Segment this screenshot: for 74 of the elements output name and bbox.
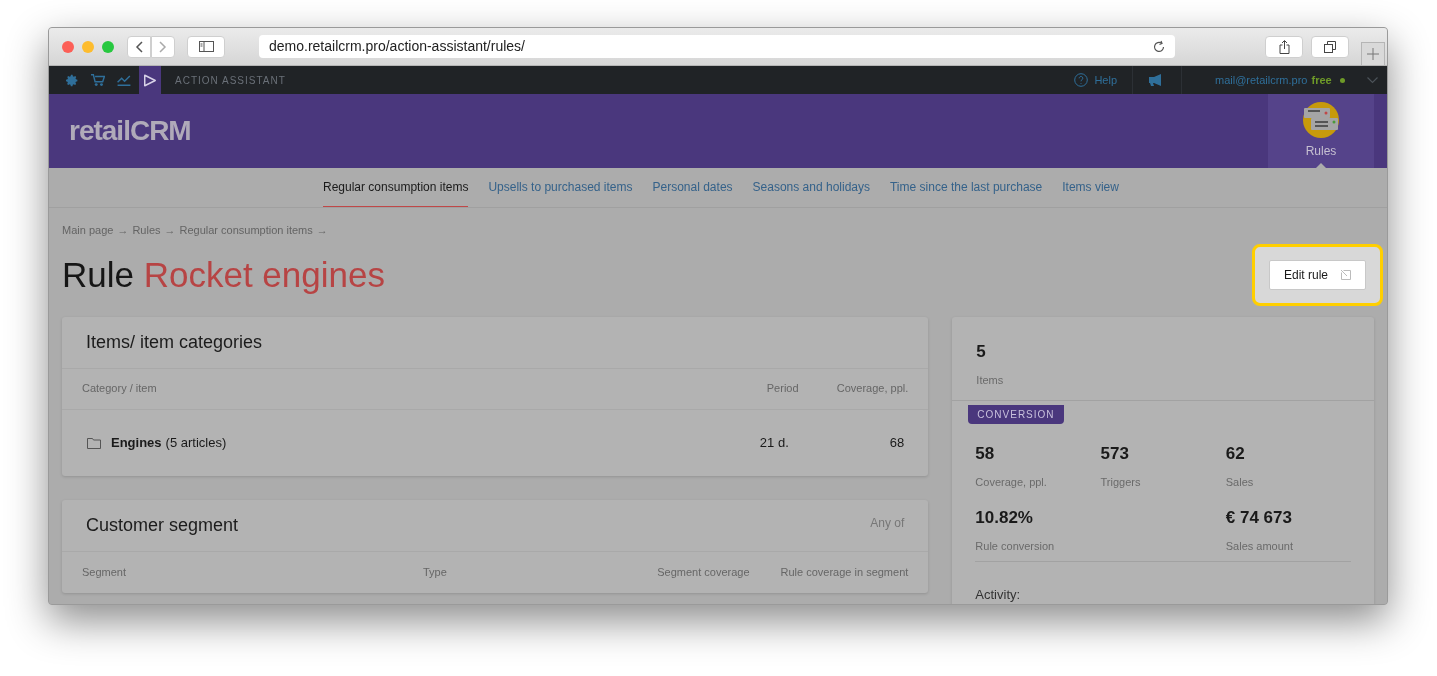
breadcrumb-separator: → [164,223,176,238]
items-count: 5 [976,340,987,363]
column-header: Rule coverage in segment [780,564,909,580]
activity-label: Activity: [975,586,1021,602]
stat-label: Items [976,373,1005,388]
chevron-down-icon[interactable] [1366,76,1378,84]
settings-icon[interactable] [65,73,79,87]
nav-tab[interactable]: Personal dates [652,168,733,207]
breadcrumb-link[interactable]: Main page [62,222,114,239]
nav-tab[interactable]: Items view [1062,168,1119,207]
play-outline-icon[interactable] [143,73,157,87]
match-mode-label: Any of [870,514,905,532]
url-text: demo.retailcrm.pro/action-assistant/rules/ [269,37,525,56]
column-header: Type [423,564,448,580]
logo-text: retailCRM [69,114,191,148]
metric-value: 58 [975,442,996,465]
line-chart-icon[interactable] [117,74,131,86]
nav-tab[interactable]: Time since the last purchase [890,168,1043,207]
breadcrumb-separator: → [316,223,328,238]
maximize-window-icon[interactable] [102,40,114,53]
folder-icon [87,436,101,449]
cart-icon[interactable] [91,73,105,87]
account-email[interactable]: mail@retailcrm.pro [1215,71,1308,89]
edit-rule-button[interactable]: Edit rule [1269,259,1366,290]
nav-tab[interactable]: Regular consumption items [323,168,469,207]
column-header: Period [766,381,800,397]
column-header: Coverage, ppl. [836,381,909,397]
nav-tab[interactable]: Upsells to purchased items [488,168,633,207]
breadcrumb-link[interactable]: Rules [132,222,161,239]
conversion-badge: CONVERSION [968,404,1064,424]
sidebar-toggle-button[interactable] [187,35,225,58]
metric-value: 62 [1225,442,1246,465]
plan-label: free [1311,72,1332,88]
metric-value: € 74 673 [1225,506,1293,529]
help-link[interactable]: Help [1074,71,1132,89]
metric-value: 573 [1100,442,1130,465]
page-title: Rule Rocket engines [62,253,385,296]
metric-label: Triggers [1100,475,1142,490]
metric-value: 10.82% [975,506,1034,529]
close-window-icon[interactable] [62,40,74,53]
address-bar[interactable]: demo.retailcrm.pro/action-assistant/rules/ [259,35,1175,58]
column-header: Segment [82,564,128,580]
column-header: Segment coverage [657,564,750,580]
question-circle-icon [1074,73,1089,87]
tabs-overview-button[interactable] [1311,35,1349,58]
rules-button[interactable]: Rules [1268,94,1374,168]
tabs-icon [1324,40,1336,53]
period-cell-text: 21 d. [759,433,790,452]
card-title: Items/ item categories [86,330,263,354]
share-icon [1278,39,1290,54]
nav-tab[interactable]: Seasons and holidays [752,168,870,207]
metric-label: Coverage, ppl. [975,475,1048,490]
chevron-left-icon [135,40,143,53]
chevron-right-icon [159,40,167,53]
metric-label: Sales amount [1225,539,1295,554]
back-button[interactable] [127,35,151,58]
breadcrumb-link[interactable]: Regular consumption items [179,222,313,239]
share-button[interactable] [1265,35,1303,58]
metric-label: Sales [1225,475,1255,490]
column-header: Category / item [82,381,158,397]
card-title: Customer segment [86,513,239,537]
breadcrumb-separator: → [117,223,129,238]
external-link-icon [1340,269,1351,280]
article-count: (5 articles) [165,433,228,452]
plus-icon [1367,47,1379,60]
section-title: ACTION ASSISTANT [175,73,286,88]
category-name[interactable]: Engines [111,432,162,453]
coverage-cell-text: 68 [889,433,905,452]
forward-button[interactable] [151,35,175,58]
metric-label: Rule conversion [975,539,1056,554]
new-tab-button[interactable] [1361,41,1385,66]
rules-icon [1303,102,1339,138]
reload-icon[interactable] [1153,40,1165,53]
sidebar-icon [198,41,214,52]
